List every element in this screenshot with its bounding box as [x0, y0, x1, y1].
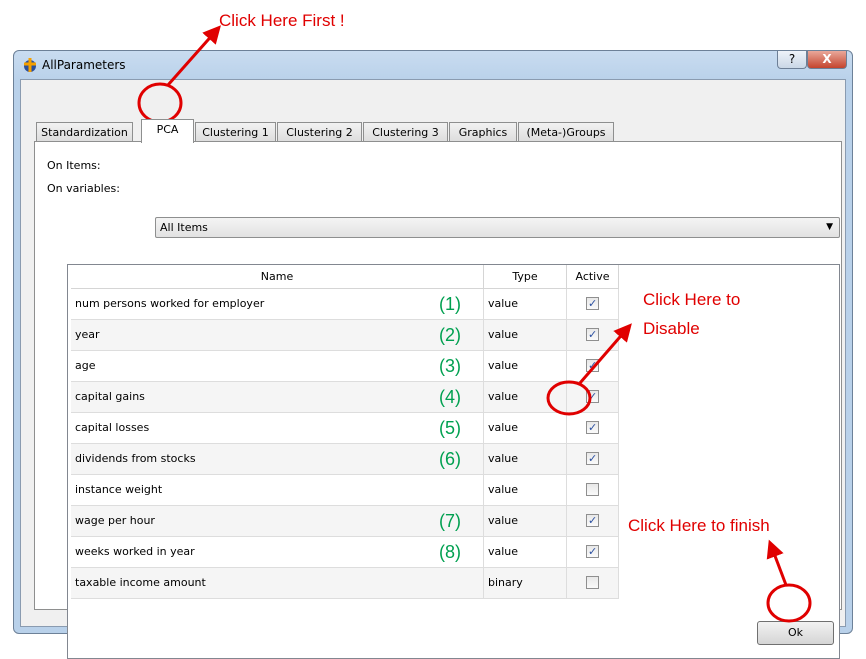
cell-type: binary: [484, 568, 567, 599]
cell-type: value: [484, 506, 567, 537]
cell-type: value: [484, 444, 567, 475]
row-marker: (5): [439, 418, 461, 438]
active-checkbox[interactable]: [586, 537, 599, 567]
tab-clustering-3[interactable]: Clustering 3: [363, 122, 448, 142]
variable-name: year: [75, 328, 100, 341]
row-marker: (3): [439, 356, 461, 376]
chevron-down-icon: ▼: [826, 222, 833, 232]
on-variables-label: On variables:: [47, 182, 120, 195]
cell-active: [567, 413, 619, 444]
variable-name: num persons worked for employer: [75, 297, 265, 310]
active-checkbox[interactable]: [586, 506, 599, 536]
tab-panel-pca: On Items: All Items ▼ On variables: Name…: [34, 141, 842, 659]
cell-name: year (2): [71, 320, 484, 351]
title-bar[interactable]: AllParameters ? X: [14, 51, 852, 79]
cell-name: taxable income amount: [71, 568, 484, 599]
app-icon: [24, 58, 36, 72]
variable-name: taxable income amount: [75, 576, 206, 589]
cell-type: value: [484, 289, 567, 320]
active-checkbox[interactable]: [586, 351, 599, 381]
tab-meta-groups[interactable]: (Meta-)Groups: [518, 122, 614, 142]
variable-name: instance weight: [75, 483, 163, 496]
column-header-type[interactable]: Type: [484, 265, 567, 289]
variable-name: capital gains: [75, 390, 145, 403]
row-marker: (4): [439, 387, 461, 407]
cell-type: value: [484, 320, 567, 351]
cell-type: value: [484, 351, 567, 382]
cell-active: [567, 537, 619, 568]
tab-standardization[interactable]: Standardization: [36, 122, 133, 142]
cell-type: value: [484, 475, 567, 506]
row-marker: (6): [439, 449, 461, 469]
active-checkbox[interactable]: [586, 382, 599, 412]
cell-name: capital losses (5): [71, 413, 484, 444]
cell-name: weeks worked in year (8): [71, 537, 484, 568]
row-marker: (7): [439, 511, 461, 531]
active-checkbox[interactable]: [586, 289, 599, 319]
variable-name: capital losses: [75, 421, 150, 434]
dialog-body: Standardization PCA Clustering 1 Clustering…: [20, 79, 846, 659]
annotation-disable-line2: Disable: [643, 319, 700, 338]
variable-name: weeks worked in year: [75, 545, 195, 558]
column-header-active[interactable]: Active: [567, 265, 619, 289]
cell-name: capital gains (4): [71, 382, 484, 413]
cell-name: age (3): [71, 351, 484, 382]
tab-graphics[interactable]: Graphics: [449, 122, 517, 142]
help-button[interactable]: ?: [777, 51, 807, 69]
cell-type: value: [484, 537, 567, 568]
row-marker: (1): [439, 294, 461, 314]
tab-pca[interactable]: PCA: [141, 119, 194, 143]
active-checkbox[interactable]: [586, 413, 599, 443]
on-items-label: On Items:: [47, 159, 101, 172]
variable-name: age: [75, 359, 96, 372]
window-title: AllParameters: [42, 58, 126, 72]
ok-button[interactable]: Ok: [757, 621, 834, 645]
cell-active: [567, 506, 619, 537]
variable-name: wage per hour: [75, 514, 155, 527]
cell-name: wage per hour (7): [71, 506, 484, 537]
cell-name: num persons worked for employer (1): [71, 289, 484, 320]
cell-active: [567, 568, 619, 599]
cell-name: dividends from stocks (6): [71, 444, 484, 475]
column-header-name[interactable]: Name: [71, 265, 484, 289]
cell-type: value: [484, 382, 567, 413]
active-checkbox[interactable]: [586, 320, 599, 350]
variable-name: dividends from stocks: [75, 452, 196, 465]
active-checkbox[interactable]: [586, 576, 599, 589]
cell-active: [567, 444, 619, 475]
cell-active: [567, 320, 619, 351]
cell-active: [567, 382, 619, 413]
annotation-click-first: Click Here First !: [219, 11, 345, 30]
row-marker: (8): [439, 542, 461, 562]
close-button[interactable]: X: [807, 51, 847, 69]
dialog-window: AllParameters ? X Standardization PCA Clus…: [13, 50, 853, 659]
tab-clustering-1[interactable]: Clustering 1: [195, 122, 276, 142]
cell-type: value: [484, 413, 567, 444]
variables-table: Name Type Active num persons worked for …: [67, 264, 840, 659]
on-items-select[interactable]: All Items ▼: [155, 217, 840, 238]
row-marker: (2): [439, 325, 461, 345]
annotation-finish: Click Here to finish: [628, 516, 770, 535]
active-checkbox[interactable]: [586, 483, 599, 496]
on-items-value: All Items: [160, 221, 208, 234]
annotation-disable-line1: Click Here to: [643, 290, 741, 309]
active-checkbox[interactable]: [586, 444, 599, 474]
cell-name: instance weight: [71, 475, 484, 506]
cell-active: [567, 475, 619, 506]
cell-active: [567, 289, 619, 320]
cell-active: [567, 351, 619, 382]
tab-clustering-2[interactable]: Clustering 2: [277, 122, 362, 142]
